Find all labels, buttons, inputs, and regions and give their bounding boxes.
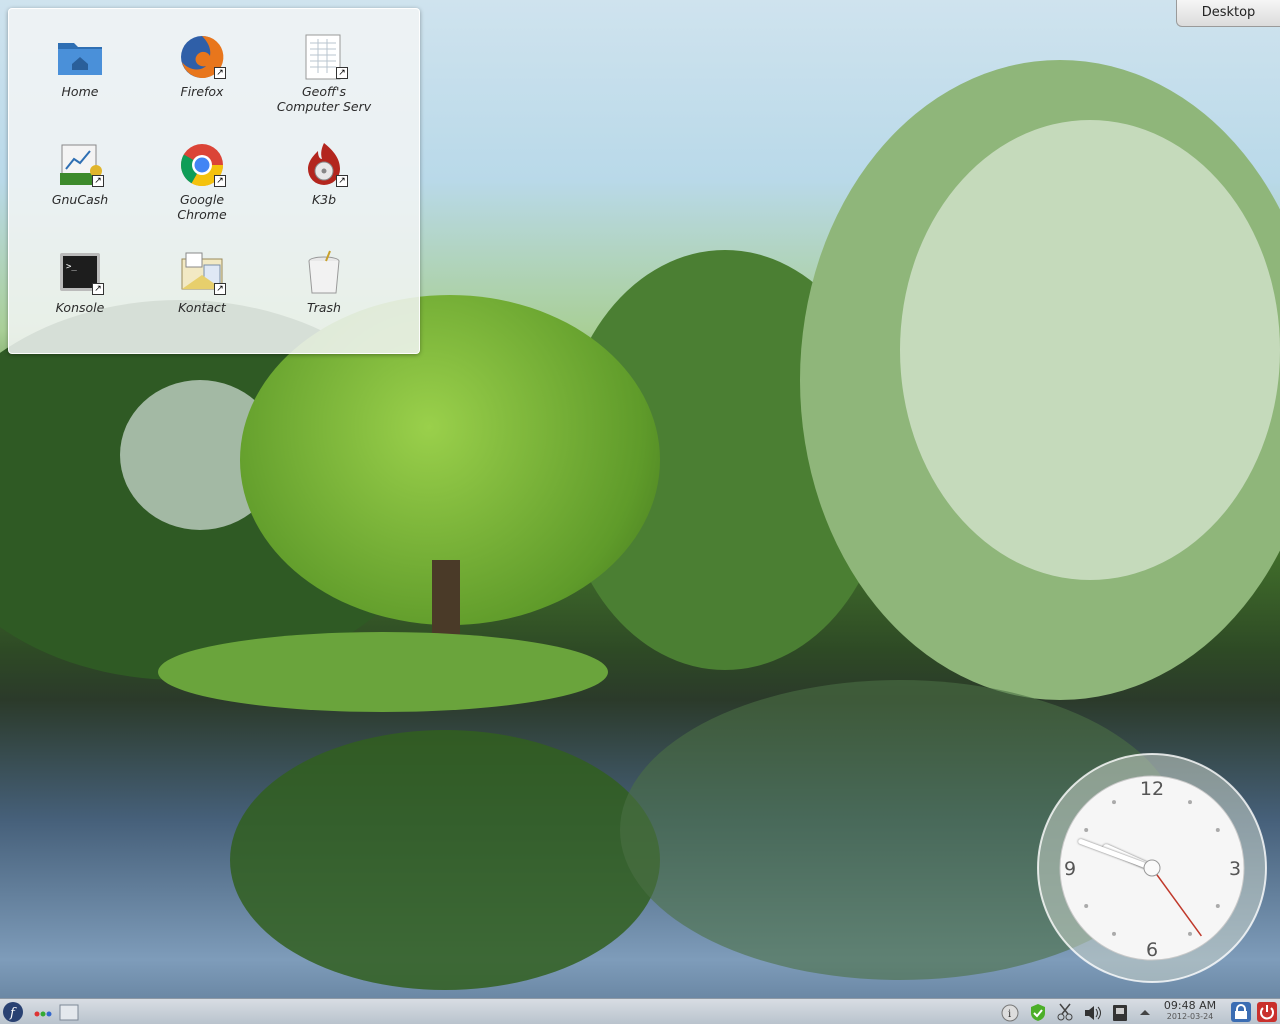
document-link-icon: ↗: [300, 33, 348, 81]
chrome-icon: ↗: [178, 141, 226, 189]
fedora-icon[interactable]: f: [2, 1001, 24, 1023]
trash-icon: [300, 249, 348, 297]
expand-tray-icon[interactable]: [1137, 1001, 1153, 1023]
clock-numeral-12: 12: [1140, 778, 1164, 800]
icon-label: Home: [61, 84, 99, 99]
icon-label: GnuCash: [51, 192, 109, 207]
icon-label: Kontact: [178, 300, 226, 315]
icon-label-line2: Computer Serv: [276, 99, 372, 114]
desktop-toolbox-button[interactable]: Desktop: [1176, 0, 1280, 27]
icon-label: K3b: [311, 192, 337, 207]
link-overlay-icon: ↗: [214, 67, 226, 79]
svg-text:i: i: [1008, 1009, 1011, 1020]
clock-tick: [1084, 904, 1089, 908]
svg-text:>_: >_: [66, 262, 77, 272]
clock-tick: [1084, 828, 1089, 832]
clock-tick: [1215, 904, 1220, 908]
clock-tick: [1112, 800, 1116, 805]
taskbar-clock[interactable]: 09:48 AM 2012-03-24: [1158, 999, 1222, 1024]
k3b-icon: ↗: [300, 141, 348, 189]
link-overlay-icon: ↗: [92, 175, 104, 187]
desktop-icon-home[interactable]: Home: [25, 33, 135, 99]
desktop-icon-trash[interactable]: Trash: [269, 249, 379, 315]
desktop-icon-google-chrome[interactable]: ↗ Google Chrome: [147, 141, 257, 222]
desktop-icon-geoffs-computer-serv[interactable]: ↗ Geoff's Computer Serv: [269, 33, 379, 114]
icon-label-line2: Chrome: [177, 207, 227, 222]
clock-tick: [1188, 931, 1192, 936]
clock-numeral-9: 9: [1064, 858, 1076, 880]
icon-label: Konsole: [55, 300, 105, 315]
icon-label: Firefox: [180, 84, 224, 99]
desktop-icon-gnucash[interactable]: ↗ GnuCash: [25, 141, 135, 207]
clock-tick: [1188, 800, 1192, 805]
home-folder-icon: [56, 33, 104, 81]
clock-tick: [1215, 828, 1220, 832]
info-icon[interactable]: i: [1000, 1001, 1020, 1023]
link-overlay-icon: ↗: [214, 283, 226, 295]
konsole-icon: >_ ↗: [56, 249, 104, 297]
taskbar-panel: f i 09:48 AM 2012-03-24: [0, 998, 1280, 1024]
link-overlay-icon: ↗: [92, 283, 104, 295]
pager-icon[interactable]: [58, 1001, 80, 1023]
folder-view-panel: Home ↗ Firefox ↗ Geoff's Computer Serv ↗…: [8, 8, 420, 354]
icon-label: Trash: [307, 300, 341, 315]
desktop-icon-k3b[interactable]: ↗ K3b: [269, 141, 379, 207]
update-shield-icon[interactable]: [1028, 1001, 1048, 1023]
device-notifier-icon[interactable]: [1110, 1001, 1130, 1023]
power-icon[interactable]: [1256, 1001, 1278, 1023]
link-overlay-icon: ↗: [336, 175, 348, 187]
desktop-icon-firefox[interactable]: ↗ Firefox: [147, 33, 257, 99]
desktop-icon-kontact[interactable]: ↗ Kontact: [147, 249, 257, 315]
scissors-icon[interactable]: [1055, 1001, 1075, 1023]
firefox-icon: ↗: [178, 33, 226, 81]
lock-screen-icon[interactable]: [1230, 1001, 1252, 1023]
icon-label-line1: Geoff's: [302, 84, 346, 99]
gnucash-icon: ↗: [56, 141, 104, 189]
kontact-icon: ↗: [178, 249, 226, 297]
clock-numeral-6: 6: [1146, 939, 1158, 961]
link-overlay-icon: ↗: [336, 67, 348, 79]
taskbar-clock-time: 09:48 AM: [1163, 999, 1217, 1012]
clock-tick: [1112, 931, 1116, 936]
analog-clock-widget[interactable]: 12 3 6 9: [1036, 752, 1268, 984]
volume-icon[interactable]: [1082, 1001, 1102, 1023]
clock-center-cap: [1143, 859, 1161, 877]
link-overlay-icon: ↗: [214, 175, 226, 187]
activity-dots-icon[interactable]: [32, 1001, 54, 1023]
icon-label-line1: Google: [179, 192, 225, 207]
clock-numeral-3: 3: [1229, 858, 1241, 880]
taskbar-clock-date: 2012-03-24: [1166, 1012, 1214, 1021]
desktop-icon-konsole[interactable]: >_ ↗ Konsole: [25, 249, 135, 315]
